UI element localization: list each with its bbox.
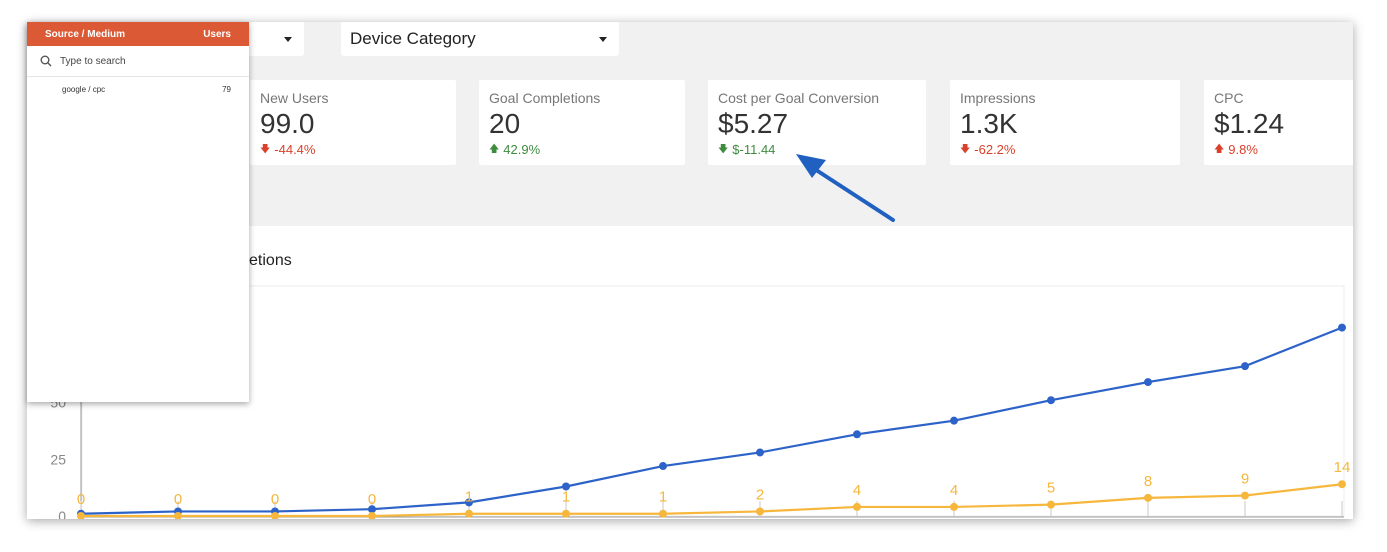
data-label: 5 bbox=[1047, 480, 1055, 497]
data-point bbox=[562, 509, 570, 518]
row-users: 79 bbox=[222, 85, 231, 94]
column-header-source-medium[interactable]: Source / Medium bbox=[45, 29, 125, 40]
data-label: 2 bbox=[756, 486, 764, 503]
data-point bbox=[1047, 500, 1055, 509]
metric-delta: 🡇 -62.2% bbox=[960, 142, 1170, 158]
arrow-up-icon: 🡅 bbox=[489, 144, 500, 155]
data-point bbox=[368, 512, 376, 519]
data-point bbox=[1241, 362, 1249, 371]
data-label: 0 bbox=[77, 491, 85, 508]
metric-value: 99.0 bbox=[260, 108, 315, 139]
metric-label: Cost per Goal Conversion bbox=[718, 90, 880, 106]
data-label: 8 bbox=[1144, 473, 1152, 490]
list-item[interactable]: google / cpc 79 bbox=[27, 77, 249, 94]
data-point bbox=[950, 416, 958, 425]
y-tick-label: 25 bbox=[50, 451, 66, 467]
data-point bbox=[659, 509, 667, 518]
data-label: 4 bbox=[950, 482, 958, 499]
metric-delta-value: -62.2% bbox=[974, 142, 1016, 157]
search-input[interactable]: Type to search bbox=[27, 46, 249, 77]
metric-value: $5.27 bbox=[718, 108, 789, 139]
arrow-down-icon: 🡇 bbox=[718, 144, 729, 155]
data-point bbox=[756, 507, 764, 516]
data-point bbox=[1144, 493, 1152, 502]
search-placeholder: Type to search bbox=[60, 55, 126, 67]
row-source-medium: google / cpc bbox=[62, 85, 106, 94]
metric-delta-value: $-11.44 bbox=[732, 142, 776, 157]
data-label: 4 bbox=[853, 482, 861, 499]
data-point bbox=[465, 509, 473, 518]
data-point bbox=[853, 430, 861, 439]
filter-dropdown-1[interactable] bbox=[242, 22, 304, 56]
data-point bbox=[756, 448, 764, 457]
arrow-up-icon: 🡅 bbox=[1214, 144, 1225, 155]
plot-border bbox=[81, 285, 1345, 517]
metric-label: Impressions bbox=[960, 90, 1036, 106]
metric-delta-value: -44.4% bbox=[274, 142, 316, 157]
y-tick-label: 0 bbox=[58, 508, 66, 519]
arrow-down-icon: 🡇 bbox=[260, 144, 271, 155]
chevron-down-icon bbox=[599, 37, 607, 42]
data-label: 0 bbox=[368, 491, 376, 508]
data-label: 0 bbox=[174, 491, 182, 508]
metric-delta-value: 42.9% bbox=[503, 142, 541, 157]
data-point bbox=[950, 502, 958, 511]
data-point bbox=[853, 502, 861, 511]
metric-value: $1.24 bbox=[1214, 108, 1285, 139]
search-icon bbox=[40, 55, 52, 67]
data-point bbox=[1047, 396, 1055, 405]
annotation-arrow-icon bbox=[796, 154, 895, 222]
metric-card-cpc: CPC $1.24 🡅 9.8% bbox=[1204, 80, 1353, 165]
metric-delta: 🡇 -44.4% bbox=[260, 142, 446, 158]
source-medium-panel: Source / Medium Users Type to search goo… bbox=[27, 22, 249, 402]
metric-delta: 🡅 9.8% bbox=[1214, 142, 1353, 158]
metric-label: CPC bbox=[1214, 90, 1244, 106]
data-point bbox=[1338, 323, 1346, 332]
metric-delta: 🡅 42.9% bbox=[489, 142, 675, 158]
data-point bbox=[1338, 480, 1346, 489]
metric-delta-value: 9.8% bbox=[1228, 142, 1258, 157]
device-category-dropdown[interactable]: Device Category bbox=[341, 22, 619, 56]
metric-card-goal-completions: Goal Completions 20 🡅 42.9% bbox=[479, 80, 685, 165]
data-label: 14 bbox=[1334, 459, 1351, 476]
data-label: 1 bbox=[562, 489, 570, 506]
metric-card-impressions: Impressions 1.3K 🡇 -62.2% bbox=[950, 80, 1180, 165]
metric-label: Goal Completions bbox=[489, 90, 601, 106]
data-label: 1 bbox=[659, 489, 667, 506]
data-label: 1 bbox=[465, 489, 473, 506]
chevron-down-icon bbox=[284, 37, 292, 42]
device-category-label: Device Category bbox=[350, 29, 476, 48]
metric-label: New Users bbox=[260, 90, 329, 106]
series-line-0 bbox=[80, 326, 1343, 515]
metric-card-new-users: New Users 99.0 🡇 -44.4% bbox=[250, 80, 456, 165]
column-header-users[interactable]: Users bbox=[203, 29, 231, 40]
arrow-down-icon: 🡇 bbox=[960, 144, 971, 155]
data-point bbox=[659, 462, 667, 471]
metric-value: 20 bbox=[489, 108, 521, 139]
data-point bbox=[1241, 491, 1249, 500]
data-point bbox=[1144, 378, 1152, 387]
panel-header: Source / Medium Users bbox=[27, 22, 249, 46]
metric-value: 1.3K bbox=[960, 108, 1018, 139]
data-label: 9 bbox=[1241, 471, 1249, 488]
data-label: 0 bbox=[271, 491, 279, 508]
